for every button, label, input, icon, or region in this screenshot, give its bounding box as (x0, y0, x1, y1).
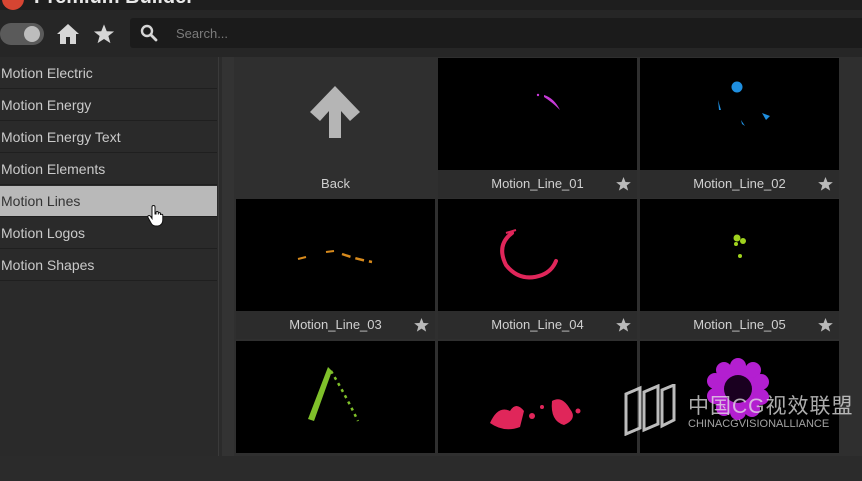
sidebar-item-motion-energy-text[interactable]: Motion Energy Text (0, 122, 217, 153)
watermark-cn-text: 中国CG视效联盟 (688, 395, 854, 418)
search-input[interactable] (176, 18, 776, 48)
sidebar-item-motion-energy[interactable]: Motion Energy (0, 90, 217, 121)
tile-label: Motion_Line_05 (640, 311, 839, 339)
title-bar: Premium Builder (0, 0, 862, 10)
favorite-star-icon[interactable] (615, 317, 632, 333)
star-icon (93, 24, 115, 44)
tile-motion-line-07[interactable] (438, 341, 637, 481)
search-bar (130, 18, 862, 48)
sidebar-item-motion-shapes[interactable]: Motion Shapes (0, 250, 217, 281)
watermark-logo-icon (624, 384, 676, 436)
favorite-star-icon[interactable] (817, 176, 834, 192)
sidebar-item-motion-lines[interactable]: Motion Lines (0, 186, 217, 217)
sidebar-item-motion-electric[interactable]: Motion Electric (0, 58, 217, 89)
tile-label: Motion_Line_03 (236, 311, 435, 339)
home-icon (57, 24, 79, 44)
view-toggle[interactable] (0, 23, 44, 45)
tile-thumbnail (236, 341, 435, 453)
toggle-knob (24, 26, 40, 42)
tile-motion-line-05[interactable]: Motion_Line_05 (640, 199, 839, 339)
favorites-button[interactable] (91, 22, 117, 46)
favorite-star-icon[interactable] (413, 317, 430, 333)
tile-motion-line-02[interactable]: Motion_Line_02 (640, 58, 839, 198)
up-arrow-icon (310, 86, 360, 138)
tile-thumbnail (236, 199, 435, 311)
tile-thumbnail (640, 58, 839, 170)
favorite-star-icon[interactable] (817, 317, 834, 333)
tile-label: Motion_Line_01 (438, 170, 637, 198)
tile-back[interactable]: Back (236, 58, 435, 198)
watermark-en-text: CHINACGVISIONALLIANCE (688, 418, 830, 430)
back-thumbnail (236, 58, 435, 170)
hand-cursor-icon (147, 205, 164, 227)
sidebar-item-motion-elements[interactable]: Motion Elements (0, 154, 217, 185)
watermark: 中国CG视效联盟 CHINACGVISIONALLIANCE (622, 382, 862, 442)
tile-label: Motion_Line_02 (640, 170, 839, 198)
app-logo-icon (2, 0, 24, 10)
tile-motion-line-06[interactable] (236, 341, 435, 481)
tile-label: Back (236, 170, 435, 198)
toolbar (0, 10, 862, 57)
search-icon (140, 24, 158, 42)
grid-scrollbar[interactable] (222, 57, 234, 456)
favorite-star-icon[interactable] (615, 176, 632, 192)
tile-thumbnail (438, 58, 637, 170)
category-sidebar: Motion Electric Motion Energy Motion Ene… (0, 57, 219, 456)
tile-motion-line-03[interactable]: Motion_Line_03 (236, 199, 435, 339)
tile-motion-line-04[interactable]: Motion_Line_04 (438, 199, 637, 339)
tile-thumbnail (438, 341, 637, 453)
home-button[interactable] (55, 22, 81, 46)
app-title: Premium Builder (34, 0, 194, 9)
tile-thumbnail (438, 199, 637, 311)
tile-label: Motion_Line_04 (438, 311, 637, 339)
tile-thumbnail (640, 199, 839, 311)
sidebar-item-motion-logos[interactable]: Motion Logos (0, 218, 217, 249)
tile-motion-line-01[interactable]: Motion_Line_01 (438, 58, 637, 198)
